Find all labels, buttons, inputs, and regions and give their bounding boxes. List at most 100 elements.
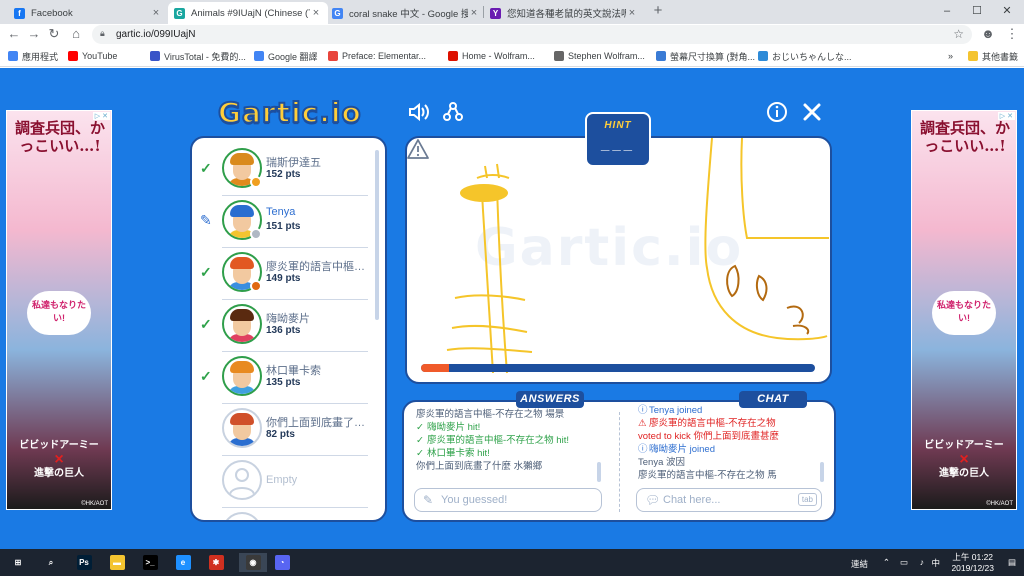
browser-tab[interactable]: Y 您知道各種老鼠的英文說法嗎? |× (484, 2, 644, 24)
drawing-canvas[interactable]: Gartic.io (405, 136, 832, 384)
share-icon[interactable] (441, 100, 465, 124)
bookmark-favicon-icon (150, 51, 160, 61)
bookmark-item[interactable]: Stephen Wolfram... (554, 49, 645, 63)
tab-title: coral snake 中文 - Google 搜尋 (349, 9, 468, 20)
bookmark-star-icon[interactable]: ☆ (953, 27, 964, 41)
notification-icon[interactable]: ▤ (1008, 557, 1016, 568)
info-icon: ⓘ (638, 405, 648, 416)
browser-tab[interactable]: G Animals #9IUajN (Chinese (Taiw× (168, 2, 328, 24)
tab-close-icon[interactable]: × (626, 7, 638, 19)
windows-taskbar: 連結 ⌃ ▭ ♪ 中 上午 01:22 2019/12/23 ▤ ⊞ ⌕ Ps ▬ >_… (0, 549, 1024, 576)
sound-icon[interactable] (406, 100, 430, 124)
photoshop-icon[interactable]: Ps (74, 553, 94, 572)
bookmark-favicon-icon (448, 51, 458, 61)
hit-check-icon: ✓ (416, 435, 424, 446)
hint-box[interactable]: HINT ___ (585, 112, 651, 167)
tab-close-icon[interactable]: × (468, 7, 480, 19)
chat-text: Tenya joined (649, 405, 703, 416)
player-name: 瑞斯伊達五 (266, 157, 321, 169)
bookmark-item[interactable]: YouTube (68, 49, 117, 63)
ad-collab-x: × (54, 451, 64, 468)
home-icon[interactable]: ⌂ (68, 26, 84, 42)
answer-message: ✓ 廖炎軍的語言中樞-不存在之物 hit! (416, 434, 606, 447)
address-bar[interactable]: 🔒︎ gartic.io/099IUajN ☆ (92, 25, 972, 44)
new-tab-button[interactable]: + (650, 3, 666, 19)
bookmark-item[interactable]: Google 翻譯 (254, 49, 318, 63)
tab-separator (483, 6, 484, 18)
drawing-strokes (446, 138, 829, 374)
system-clock[interactable]: 上午 01:22 2019/12/23 (951, 552, 994, 574)
browser-tab[interactable]: Gcoral snake 中文 - Google 搜尋 × (326, 2, 486, 24)
chat-bubble-icon: 💬︎ (645, 493, 661, 507)
player-name: 廖炎軍的語言中樞-不存在之物 (266, 261, 366, 273)
bookmark-item[interactable]: 應用程式 (8, 49, 58, 63)
players-scrollbar[interactable] (375, 150, 379, 320)
report-warning-icon[interactable] (407, 138, 429, 160)
ime-icon[interactable]: 中 (931, 557, 940, 569)
answer-input[interactable]: ✎ You guessed! (414, 488, 602, 512)
tray-chevron-icon[interactable]: ⌃ (883, 557, 890, 568)
search-icon[interactable]: ⌕ (41, 553, 61, 572)
left-advertisement[interactable]: ▷ ✕ 調査兵団、かっこいい…! 私達もなりたい! ビビッドアーミー × 進撃の… (6, 110, 112, 510)
player-points: 151 pts (266, 221, 301, 232)
bookmark-favicon-icon (254, 51, 264, 61)
file-explorer-icon[interactable]: ▬ (107, 553, 127, 572)
ad-bubble: 私達もなりたい! (27, 291, 91, 335)
volume-icon[interactable]: ♪ (920, 557, 924, 567)
close-window-button[interactable]: ✕ (992, 3, 1022, 19)
chat-message: ⓘ嗨呦麥片 joined (638, 443, 818, 456)
right-advertisement[interactable]: ▷ ✕ 調査兵団、かっこいい…! 私達もなりたい! ビビッドアーミー × 進撃の… (911, 110, 1017, 510)
bookmark-item[interactable]: VirusTotal - 免費的... (150, 49, 246, 63)
terminal-icon[interactable]: >_ (140, 553, 160, 572)
network-icon[interactable]: ▭ (900, 557, 908, 568)
drawing-stroke (786, 305, 810, 335)
ad-title: 調査兵団、かっこいい…! (919, 119, 1010, 155)
bookmark-favicon-icon (328, 51, 338, 61)
profile-avatar-icon[interactable]: ☻ (980, 26, 996, 42)
clock-date: 2019/12/23 (951, 563, 994, 573)
bookmark-label: 螢幕尺寸換算 (對角... (670, 51, 755, 62)
bookmark-favicon-icon (68, 51, 78, 61)
info-icon[interactable] (765, 100, 789, 124)
chat-input[interactable]: 💬︎ Chat here... tab (636, 488, 822, 512)
bookmark-item[interactable]: Home - Wolfram... (448, 49, 535, 63)
bookmark-item[interactable]: 螢幕尺寸換算 (對角... (656, 49, 755, 63)
player-name: 林口畢卡索 (266, 365, 321, 377)
gartic-logo[interactable]: Gartic.io (217, 95, 362, 130)
answers-scrollbar[interactable] (597, 462, 601, 482)
discord-icon[interactable]: ◔ (272, 553, 292, 572)
back-button[interactable]: ← (6, 26, 22, 42)
tray-links-label[interactable]: 連結 (851, 558, 868, 570)
empty-avatar-icon (222, 460, 262, 500)
player-avatar (222, 304, 262, 344)
chat-scrollbar[interactable] (820, 462, 824, 482)
hint-value: ___ (600, 136, 636, 153)
game-page: ▷ ✕ 調査兵団、かっこいい…! 私達もなりたい! ビビッドアーミー × 進撃の… (0, 68, 1024, 549)
bookmark-item[interactable]: Preface: Elementar... (328, 49, 426, 63)
correct-check-icon: ✓ (200, 264, 212, 280)
tab-title: Animals #9IUajN (Chinese (Taiw (191, 7, 310, 19)
tab-close-icon[interactable]: × (150, 7, 162, 19)
menu-kebab-icon[interactable]: ⋮ (1004, 26, 1020, 42)
windows-start-icon[interactable]: ⊞ (8, 553, 28, 572)
close-icon[interactable] (800, 100, 824, 124)
app-red-icon[interactable]: ✱ (206, 553, 226, 572)
answer-message: 你們上面到底畫了什麼 水獺鄉 (416, 460, 606, 473)
chrome-icon[interactable]: ◉ (239, 553, 267, 572)
tab-close-icon[interactable]: × (310, 7, 322, 19)
minimize-button[interactable]: – (932, 3, 962, 19)
reload-button[interactable]: ↻ (46, 26, 62, 42)
hit-check-icon: ✓ (416, 448, 424, 459)
ad-collab-bottom: 進撃の巨人 (34, 468, 84, 479)
bookmarks-overflow-icon[interactable]: » (948, 49, 953, 63)
browser-tab[interactable]: f Facebook × (8, 2, 168, 24)
bookmark-item[interactable]: おじいちゃんしな... (758, 49, 852, 63)
chat-text: voted to kick 你們上面到底畫甚麼 (638, 431, 779, 442)
internet-explorer-icon[interactable]: e (173, 553, 193, 572)
maximize-button[interactable]: ☐ (962, 3, 992, 19)
forward-button[interactable]: → (26, 26, 42, 42)
correct-check-icon: ✓ (200, 368, 212, 384)
bookmark-item[interactable]: 其他書籤 (968, 49, 1018, 63)
ad-title: 調査兵団、かっこいい…! (14, 119, 105, 155)
answer-message: 廖炎軍的語言中樞-不存在之物 場景 (416, 408, 606, 421)
